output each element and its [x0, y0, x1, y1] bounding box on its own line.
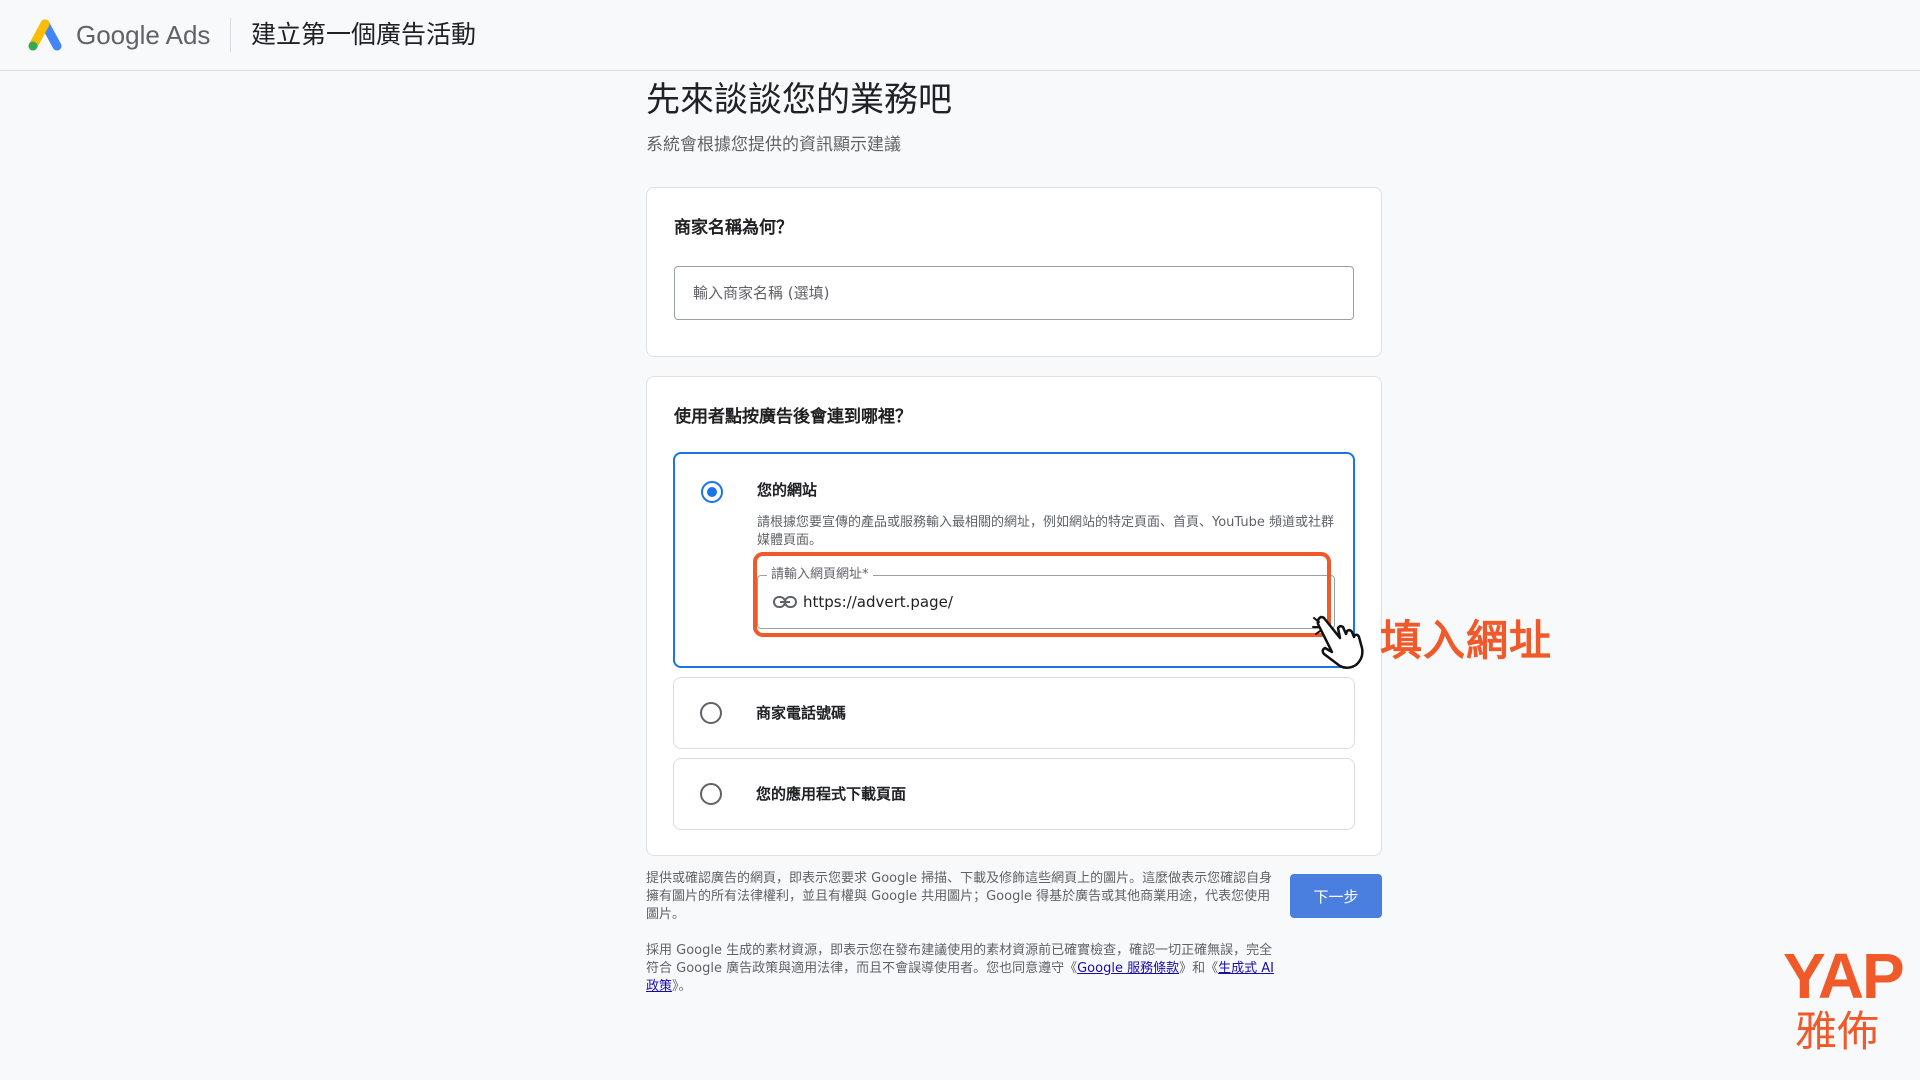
url-highlight-box — [753, 552, 1331, 637]
image-usage-notice: 提供或確認廣告的網頁，即表示您要求 Google 掃描、下載及修飾這些網頁上的圖… — [646, 871, 1273, 922]
yap-watermark-logo: YAP 雅佈 — [1783, 944, 1905, 1064]
app-radio[interactable] — [700, 783, 722, 805]
google-ads-logo-icon — [28, 19, 62, 51]
top-bar: Google Ads 建立第一個廣告活動 — [0, 0, 1920, 71]
website-radio[interactable] — [701, 481, 723, 503]
business-name-card: 商家名稱為何？ — [646, 187, 1382, 357]
page-title: 建立第一個廣告活動 — [251, 20, 477, 49]
next-button[interactable]: 下一步 — [1290, 874, 1382, 918]
option-app-label: 您的應用程式下載頁面 — [756, 785, 907, 803]
option-website-label: 您的網站 — [757, 481, 818, 499]
terms-of-service-link[interactable]: Google 服務條款 — [1077, 961, 1179, 976]
brand-name: Google Ads — [76, 20, 211, 50]
option-phone-label: 商家電話號碼 — [756, 704, 847, 722]
notice2-suffix: 》。 — [672, 979, 692, 994]
pointing-hand-icon — [1312, 615, 1364, 669]
business-name-question: 商家名稱為何？ — [674, 218, 793, 238]
annotation-callout: 填入網址 — [1380, 616, 1553, 665]
business-name-input[interactable] — [674, 266, 1354, 320]
option-phone[interactable]: 商家電話號碼 — [673, 677, 1355, 749]
option-app[interactable]: 您的應用程式下載頁面 — [673, 758, 1355, 830]
header-divider — [230, 18, 231, 52]
destination-question: 使用者點按廣告後會連到哪裡？ — [674, 407, 912, 427]
section-subheading: 系統會根據您提供的資訊顯示建議 — [646, 135, 901, 155]
watermark-top: YAP — [1783, 940, 1905, 1012]
phone-radio[interactable] — [700, 702, 722, 724]
option-website-description: 請根據您要宣傳的產品或服務輸入最相關的網址，例如網站的特定頁面、首頁、YouTu… — [757, 515, 1334, 548]
watermark-bottom: 雅佈 — [1795, 1007, 1880, 1056]
notice2-mid: 》和《 — [1179, 961, 1219, 976]
generated-assets-notice: 採用 Google 生成的素材資源，即表示您在發布建議使用的素材資源前已確實檢查… — [646, 942, 1276, 996]
section-heading: 先來談談您的業務吧 — [646, 80, 952, 120]
